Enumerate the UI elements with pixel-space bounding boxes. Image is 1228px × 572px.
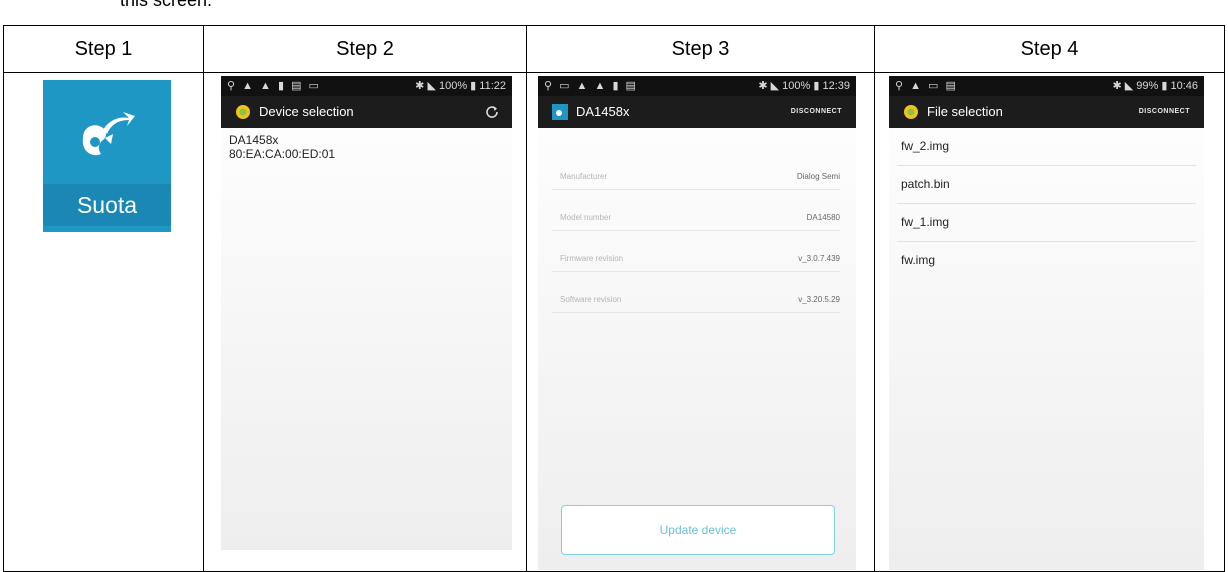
step-2-header: Step 2	[203, 25, 527, 73]
step-3-header: Step 3	[526, 25, 875, 73]
device-info-screen: ⚲ ▭ ▲ ▲ ▮ ▤ ✱ ◣ 100% ▮ 12:39 DA1458x DIS…	[538, 76, 856, 570]
file-selection-screen: ⚲ ▲ ▭ ▤ ✱ ◣ 99% ▮ 10:46 File selection D…	[889, 76, 1204, 570]
device-name: DA1458x	[229, 133, 279, 147]
file-list-item[interactable]: patch.bin	[897, 166, 1196, 204]
suota-app-label: Suota	[43, 184, 171, 226]
device-address: 80:EA:CA:00:ED:01	[229, 147, 336, 161]
action-bar: File selection DISCONNECT	[889, 96, 1204, 128]
battery-label: 100%	[782, 80, 811, 92]
steps-body-row: Suota ⚲ ▲ ▲ ▮ ▤ ▭ ✱ ◣ 100% ▮ 11:22 Devic…	[3, 72, 1225, 572]
screen-title: Device selection	[259, 104, 354, 119]
battery-label: 99%	[1136, 80, 1159, 92]
suota-app-icon[interactable]: Suota	[43, 80, 171, 232]
update-device-button[interactable]: Update device	[561, 505, 835, 555]
status-time: 10:46	[1170, 80, 1198, 92]
status-right: ✱ ◣ 99% ▮ 10:46	[1112, 80, 1198, 92]
status-bar: ⚲ ▲ ▲ ▮ ▤ ▭ ✱ ◣ 100% ▮ 11:22	[221, 76, 512, 96]
file-name: fw_1.img	[901, 215, 950, 229]
file-list-item[interactable]: fw.img	[897, 242, 1196, 279]
screen-title: DA1458x	[576, 104, 630, 119]
file-list-item[interactable]: fw_1.img	[897, 204, 1196, 242]
screen-title: File selection	[927, 104, 1003, 119]
step-3-cell: ⚲ ▭ ▲ ▲ ▮ ▤ ✱ ◣ 100% ▮ 12:39 DA1458x DIS…	[526, 72, 875, 572]
notification-icons: ⚲ ▭ ▲ ▲ ▮ ▤	[544, 80, 638, 92]
info-row-firmware: Firmware revision v_3.0.7.439	[552, 248, 840, 272]
file-name: fw_2.img	[901, 139, 950, 153]
file-list-item[interactable]: fw_2.img	[897, 128, 1196, 166]
steps-header-row: Step 1 Step 2 Step 3 Step 4	[3, 25, 1225, 73]
info-row-model: Model number DA14580	[552, 207, 840, 231]
file-name: patch.bin	[901, 177, 950, 191]
status-bar: ⚲ ▭ ▲ ▲ ▮ ▤ ✱ ◣ 100% ▮ 12:39	[538, 76, 856, 96]
info-value: DA14580	[806, 213, 840, 222]
step-4-header: Step 4	[874, 25, 1225, 73]
notification-icons: ⚲ ▲ ▲ ▮ ▤ ▭	[227, 80, 321, 92]
android-icon	[904, 105, 918, 119]
info-row-manufacturer: Manufacturer Dialog Semi	[552, 166, 840, 190]
info-value: v_3.0.7.439	[798, 254, 840, 263]
info-label: Manufacturer	[560, 172, 608, 181]
info-row-software: Software revision v_3.20.5.29	[552, 289, 840, 313]
steps-table: Step 1 Step 2 Step 3 Step 4 Suota ⚲ ▲ ▲ …	[3, 25, 1225, 572]
action-bar: Device selection	[221, 96, 512, 128]
file-name: fw.img	[901, 253, 936, 267]
notification-icons: ⚲ ▲ ▭ ▤	[895, 80, 958, 92]
android-icon	[236, 105, 250, 119]
action-bar: DA1458x DISCONNECT	[538, 96, 856, 128]
step-1-cell: Suota	[3, 72, 204, 572]
status-right: ✱ ◣ 100% ▮ 11:22	[415, 80, 506, 92]
intro-text: this screen.	[120, 0, 213, 10]
disconnect-button[interactable]: DISCONNECT	[791, 96, 842, 128]
battery-label: 100%	[438, 80, 468, 92]
step-2-cell: ⚲ ▲ ▲ ▮ ▤ ▭ ✱ ◣ 100% ▮ 11:22 Device sele…	[203, 72, 527, 572]
status-bar: ⚲ ▲ ▭ ▤ ✱ ◣ 99% ▮ 10:46	[889, 76, 1204, 96]
step-1-header: Step 1	[3, 25, 204, 73]
suota-logo-icon	[82, 112, 135, 156]
status-time: 11:22	[479, 80, 506, 92]
info-value: v_3.20.5.29	[798, 295, 840, 304]
info-value: Dialog Semi	[796, 172, 840, 181]
info-label: Model number	[560, 213, 612, 222]
step-4-cell: ⚲ ▲ ▭ ▤ ✱ ◣ 99% ▮ 10:46 File selection D…	[874, 72, 1225, 572]
device-list-item[interactable]: DA1458x 80:EA:CA:00:ED:01	[221, 128, 512, 166]
disconnect-button[interactable]: DISCONNECT	[1139, 96, 1190, 128]
status-right: ✱ ◣ 100% ▮ 12:39	[758, 80, 850, 92]
device-selection-screen: ⚲ ▲ ▲ ▮ ▤ ▭ ✱ ◣ 100% ▮ 11:22 Device sele…	[221, 76, 512, 550]
info-label: Software revision	[560, 295, 622, 304]
refresh-icon[interactable]	[484, 104, 500, 120]
info-label: Firmware revision	[560, 254, 624, 263]
app-icon	[552, 104, 568, 120]
status-time: 12:39	[822, 80, 850, 92]
